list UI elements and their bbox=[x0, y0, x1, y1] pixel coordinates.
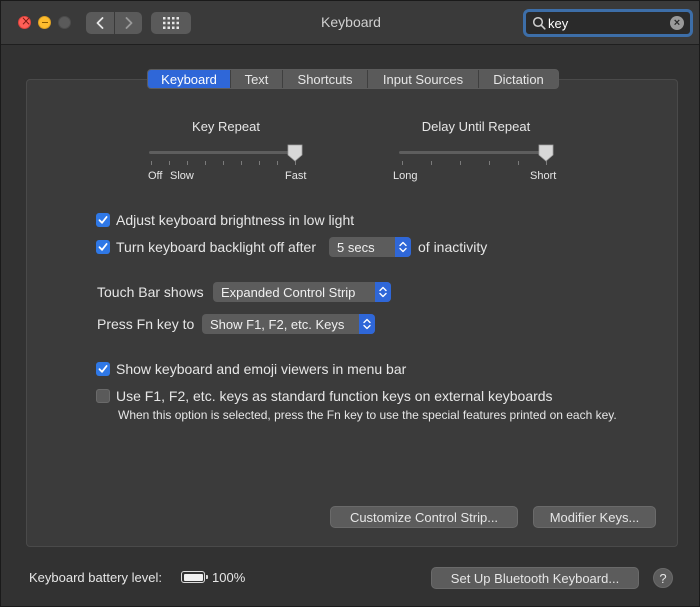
updown-arrows-icon bbox=[395, 237, 411, 257]
key-repeat-tick bbox=[223, 161, 224, 165]
fn-key-select[interactable]: Show F1, F2, etc. Keys bbox=[202, 314, 375, 334]
title-bar: Keyboard key × bbox=[1, 1, 699, 45]
delay-tick bbox=[518, 161, 519, 165]
key-repeat-tick bbox=[205, 161, 206, 165]
delay-tick bbox=[402, 161, 403, 165]
zoom-window-button[interactable] bbox=[58, 16, 71, 29]
search-icon bbox=[532, 16, 546, 30]
delay-until-repeat-track[interactable] bbox=[399, 151, 549, 154]
use-f-keys-label[interactable]: Use F1, F2, etc. keys as standard functi… bbox=[116, 388, 553, 404]
customize-control-strip-button[interactable]: Customize Control Strip... bbox=[330, 506, 518, 528]
key-repeat-title: Key Repeat bbox=[192, 119, 260, 134]
adjust-brightness-checkbox[interactable] bbox=[96, 213, 110, 227]
key-repeat-tick bbox=[187, 161, 188, 165]
tab-bar: Keyboard Text Shortcuts Input Sources Di… bbox=[147, 69, 559, 89]
chevron-right-icon bbox=[125, 17, 132, 29]
delay-tick bbox=[431, 161, 432, 165]
tab-keyboard[interactable]: Keyboard bbox=[148, 70, 230, 88]
key-repeat-tick bbox=[169, 161, 170, 165]
grid-icon bbox=[163, 17, 179, 29]
search-input[interactable]: key bbox=[548, 16, 670, 31]
show-viewers-checkbox[interactable] bbox=[96, 362, 110, 376]
key-repeat-slider-knob[interactable] bbox=[287, 144, 303, 162]
delay-tick bbox=[460, 161, 461, 165]
forward-button[interactable] bbox=[114, 12, 142, 34]
backlight-off-label[interactable]: Turn keyboard backlight off after bbox=[116, 239, 316, 255]
inactivity-suffix: of inactivity bbox=[418, 239, 488, 255]
key-repeat-tick bbox=[259, 161, 260, 165]
tab-input-sources[interactable]: Input Sources bbox=[367, 70, 478, 88]
navigation-group bbox=[86, 12, 142, 34]
window-title: Keyboard bbox=[321, 14, 381, 30]
checkmark-icon bbox=[98, 365, 108, 373]
show-viewers-label[interactable]: Show keyboard and emoji viewers in menu … bbox=[116, 361, 406, 377]
show-all-button[interactable] bbox=[151, 12, 191, 34]
chevron-left-icon bbox=[96, 17, 104, 29]
updown-arrows-icon bbox=[359, 314, 375, 334]
battery-level-label: Keyboard battery level: bbox=[29, 570, 162, 585]
tab-shortcuts[interactable]: Shortcuts bbox=[282, 70, 367, 88]
backlight-timeout-value: 5 secs bbox=[337, 239, 375, 255]
delay-short-label: Short bbox=[530, 170, 557, 182]
fn-key-value: Show F1, F2, etc. Keys bbox=[210, 316, 345, 332]
backlight-off-checkbox[interactable] bbox=[96, 240, 110, 254]
battery-icon bbox=[181, 571, 208, 583]
close-window-button[interactable] bbox=[18, 14, 31, 29]
tab-text[interactable]: Text bbox=[230, 70, 282, 88]
clear-search-icon[interactable]: × bbox=[670, 16, 684, 30]
delay-tick bbox=[489, 161, 490, 165]
use-f-keys-checkbox[interactable] bbox=[96, 389, 110, 403]
key-repeat-slow-label: Slow bbox=[170, 170, 194, 182]
checkmark-icon bbox=[98, 216, 108, 224]
key-repeat-off-label: Off bbox=[148, 170, 163, 182]
touch-bar-select[interactable]: Expanded Control Strip bbox=[213, 282, 391, 302]
setup-bluetooth-keyboard-button[interactable]: Set Up Bluetooth Keyboard... bbox=[431, 567, 639, 589]
backlight-timeout-select[interactable]: 5 secs bbox=[329, 237, 411, 257]
fn-key-label: Press Fn key to bbox=[97, 316, 195, 332]
touch-bar-value: Expanded Control Strip bbox=[221, 284, 356, 300]
checkmark-icon bbox=[98, 243, 108, 251]
adjust-brightness-label[interactable]: Adjust keyboard brightness in low light bbox=[116, 212, 354, 228]
touch-bar-label: Touch Bar shows bbox=[97, 284, 204, 300]
key-repeat-tick bbox=[151, 161, 152, 165]
help-button[interactable]: ? bbox=[653, 568, 673, 588]
search-field[interactable]: key × bbox=[523, 9, 693, 37]
key-repeat-tick bbox=[277, 161, 278, 165]
minimize-window-button[interactable] bbox=[38, 16, 51, 29]
key-repeat-fast-label: Fast bbox=[285, 170, 307, 182]
delay-until-repeat-title: Delay Until Repeat bbox=[421, 119, 531, 134]
delay-until-repeat-slider-knob[interactable] bbox=[538, 144, 554, 162]
updown-arrows-icon bbox=[375, 282, 391, 302]
battery-percent: 100% bbox=[212, 570, 246, 585]
back-button[interactable] bbox=[86, 12, 114, 34]
settings-panel bbox=[26, 79, 678, 547]
delay-long-label: Long bbox=[393, 170, 418, 182]
use-f-keys-note: When this option is selected, press the … bbox=[118, 408, 617, 422]
tab-dictation[interactable]: Dictation bbox=[478, 70, 558, 88]
preferences-window: Keyboard key × Keyboard Text Shortcuts I… bbox=[0, 0, 700, 607]
key-repeat-tick bbox=[241, 161, 242, 165]
key-repeat-track[interactable] bbox=[149, 151, 299, 154]
modifier-keys-button[interactable]: Modifier Keys... bbox=[533, 506, 656, 528]
